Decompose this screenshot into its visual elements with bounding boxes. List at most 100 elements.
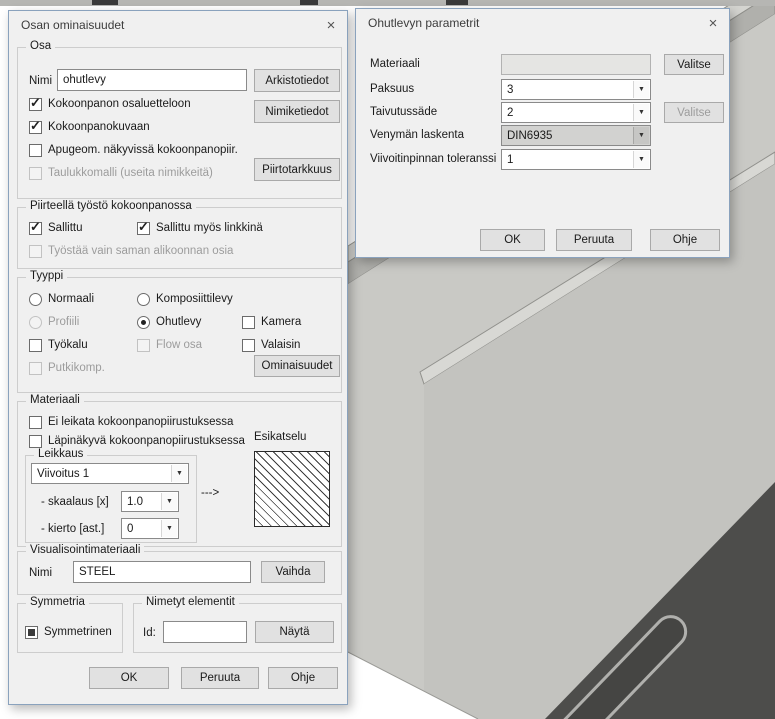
toolbar-clipped-text xyxy=(446,0,468,5)
sheet-dialog-titlebar[interactable]: Ohutlevyn parametrit xyxy=(356,9,729,37)
checkbox-ei-leikata[interactable]: Ei leikata kokoonpanopiirustuksessa xyxy=(29,415,233,429)
part-dialog-title: Osan ominaisuudet xyxy=(21,18,124,32)
checkbox-label: Putkikomp. xyxy=(48,362,105,374)
group-osa-label: Osa xyxy=(26,40,55,52)
checkbox-label: Työkalu xyxy=(48,339,88,351)
checkbox-box-icon xyxy=(29,245,42,258)
chevron-down-icon: ▼ xyxy=(633,127,649,144)
radio-label: Profiili xyxy=(48,316,79,328)
toleranssi-label: Viivoitinpinnan toleranssi xyxy=(370,153,496,165)
checkbox-sallittu-linkkina[interactable]: Sallittu myös linkkinä xyxy=(137,221,263,235)
checkbox-label: Flow osa xyxy=(156,339,202,351)
checkbox-box-icon xyxy=(29,435,42,448)
checkbox-kamera[interactable]: Kamera xyxy=(242,315,301,329)
checkbox-label: Valaisin xyxy=(261,339,300,351)
group-symmetria-label: Symmetria xyxy=(26,596,89,608)
checkbox-alikoonta: Työstää vain saman alikoonnan osia xyxy=(29,244,233,258)
paksuus-label: Paksuus xyxy=(370,83,414,95)
checkbox-flow-osa: Flow osa xyxy=(137,338,202,352)
close-icon[interactable]: × xyxy=(704,14,722,32)
id-label: Id: xyxy=(143,627,156,639)
part-dialog-titlebar[interactable]: Osan ominaisuudet xyxy=(9,11,347,39)
checkbox-box-icon xyxy=(29,416,42,429)
valitse-radius-button: Valitse xyxy=(664,102,724,123)
kierto-label: - kierto [ast.] xyxy=(41,523,104,535)
checkbox-apugeom[interactable]: Apugeom. näkyvissä kokoonpanopiir. xyxy=(29,143,238,157)
ok-button[interactable]: OK xyxy=(89,667,169,689)
hatch-preview xyxy=(254,451,330,527)
vis-material-input[interactable]: STEEL xyxy=(73,561,251,583)
close-icon[interactable]: × xyxy=(322,16,340,34)
checkbox-taulukkomalli: Taulukkomalli (useita nimikkeitä) xyxy=(29,166,213,180)
thickness-select[interactable]: 3 ▼ xyxy=(501,79,651,100)
part-name-input[interactable]: ohutlevy xyxy=(57,69,247,91)
surface-tolerance-select[interactable]: 1 ▼ xyxy=(501,149,651,170)
valitse-material-button[interactable]: Valitse xyxy=(664,54,724,75)
taivutussade-label: Taivutussäde xyxy=(370,106,437,118)
stretch-calc-select[interactable]: DIN6935 ▼ xyxy=(501,125,651,146)
part-properties-dialog: Osan ominaisuudet × Osa Nimi ohutlevy Ar… xyxy=(8,10,348,705)
chevron-down-icon: ▼ xyxy=(633,151,649,168)
checkbox-valaisin[interactable]: Valaisin xyxy=(242,338,300,352)
arkistotiedot-button[interactable]: Arkistotiedot xyxy=(254,69,340,92)
checkbox-box-icon xyxy=(25,626,38,639)
checkbox-kokoonpanon-osaluetteloon[interactable]: Kokoonpanon osaluetteloon xyxy=(29,97,191,111)
chevron-down-icon: ▼ xyxy=(633,81,649,98)
nimiketiedot-button[interactable]: Nimiketiedot xyxy=(254,100,340,123)
group-tyosto: Piirteellä työstö kokoonpanossa xyxy=(17,207,342,269)
surface-tolerance-value: 1 xyxy=(507,154,513,166)
checkbox-box-icon xyxy=(29,121,42,134)
group-tyosto-label: Piirteellä työstö kokoonpanossa xyxy=(26,200,196,212)
checkbox-label: Kamera xyxy=(261,316,301,328)
checkbox-lapinakyva[interactable]: Läpinäkyvä kokoonpanopiirustuksessa xyxy=(29,434,245,448)
hatch-pattern-select[interactable]: Viivoitus 1 ▼ xyxy=(31,463,189,484)
checkbox-kokoonpanokuvaan[interactable]: Kokoonpanokuvaan xyxy=(29,120,150,134)
group-materiaali-label: Materiaali xyxy=(26,394,84,406)
checkbox-label: Sallittu myös linkkinä xyxy=(156,222,263,234)
checkbox-tyokalu[interactable]: Työkalu xyxy=(29,338,88,352)
hatch-rotation-select[interactable]: 0 ▼ xyxy=(121,518,179,539)
ohje-button[interactable]: Ohje xyxy=(268,667,338,689)
radio-profiili: Profiili xyxy=(29,315,79,329)
chevron-down-icon: ▼ xyxy=(633,104,649,121)
ominaisuudet-button[interactable]: Ominaisuudet xyxy=(254,355,340,377)
checkbox-label: Taulukkomalli (useita nimikkeitä) xyxy=(48,167,213,179)
ok-button[interactable]: OK xyxy=(480,229,545,251)
checkbox-sallittu[interactable]: Sallittu xyxy=(29,221,83,235)
peruuta-button[interactable]: Peruuta xyxy=(181,667,259,689)
nayta-button[interactable]: Näytä xyxy=(255,621,334,643)
checkbox-label: Kokoonpanokuvaan xyxy=(48,121,150,133)
ohje-button[interactable]: Ohje xyxy=(650,229,720,251)
vaihda-button[interactable]: Vaihda xyxy=(261,561,325,583)
checkbox-symmetrinen[interactable]: Symmetrinen xyxy=(25,625,112,639)
checkbox-putkikomp: Putkikomp. xyxy=(29,361,105,375)
checkbox-box-icon xyxy=(242,339,255,352)
checkbox-box-icon xyxy=(137,339,150,352)
bend-radius-value: 2 xyxy=(507,107,513,119)
skaalaus-label: - skaalaus [x] xyxy=(41,496,109,508)
hatch-arrow: ---> xyxy=(201,487,219,499)
part-name-value: ohutlevy xyxy=(63,74,106,86)
hatch-scale-value: 1.0 xyxy=(127,496,143,508)
chevron-down-icon: ▼ xyxy=(161,493,177,510)
venyma-label: Venymän laskenta xyxy=(370,129,464,141)
radio-normaali[interactable]: Normaali xyxy=(29,292,94,306)
checkbox-box-icon xyxy=(29,98,42,111)
nimi-label: Nimi xyxy=(29,75,52,87)
hatch-pattern-value: Viivoitus 1 xyxy=(37,468,89,480)
sheet-dialog-title: Ohutlevyn parametrit xyxy=(368,16,479,30)
stretch-calc-value: DIN6935 xyxy=(507,130,552,142)
piirtotarkkuus-button[interactable]: Piirtotarkkuus xyxy=(254,158,340,181)
peruuta-button[interactable]: Peruuta xyxy=(556,229,632,251)
radio-label: Ohutlevy xyxy=(156,316,201,328)
checkbox-label: Läpinäkyvä kokoonpanopiirustuksessa xyxy=(48,435,245,447)
checkbox-box-icon xyxy=(29,339,42,352)
checkbox-box-icon xyxy=(29,167,42,180)
radio-komposiittilevy[interactable]: Komposiittilevy xyxy=(137,292,233,306)
radio-ohutlevy[interactable]: Ohutlevy xyxy=(137,315,201,329)
hatch-scale-select[interactable]: 1.0 ▼ xyxy=(121,491,179,512)
id-input[interactable] xyxy=(163,621,247,643)
bend-radius-select[interactable]: 2 ▼ xyxy=(501,102,651,123)
material-input xyxy=(501,54,651,75)
vis-material-value: STEEL xyxy=(79,566,115,578)
